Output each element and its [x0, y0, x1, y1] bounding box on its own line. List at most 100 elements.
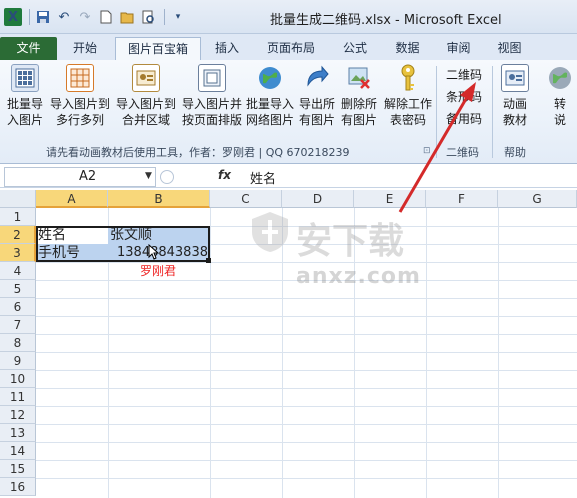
button-label: 转	[553, 97, 566, 111]
import-with-page-layout-button[interactable]: 导入图片并 按页面排版	[180, 64, 244, 140]
row-header[interactable]: 11	[0, 388, 36, 406]
import-to-merged-area-button[interactable]: 导入图片到 合并区域	[114, 64, 178, 140]
row-header[interactable]: 1	[0, 208, 36, 226]
row-header[interactable]: 12	[0, 406, 36, 424]
row-header[interactable]: 5	[0, 280, 36, 298]
group-divider	[436, 66, 437, 158]
gridline	[426, 208, 427, 498]
column-header-a[interactable]: A	[36, 190, 108, 208]
button-label: 网络图片	[245, 113, 294, 127]
name-box[interactable]: A2	[4, 167, 156, 187]
import-to-multi-rows-button[interactable]: 导入图片到 多行多列	[48, 64, 112, 140]
tab-insert[interactable]: 插入	[205, 37, 249, 60]
undo-icon[interactable]: ↶	[55, 8, 73, 26]
row-header[interactable]: 6	[0, 298, 36, 316]
batch-import-web-pictures-button[interactable]: 批量导入 网络图片	[244, 64, 296, 140]
unprotect-sheet-button[interactable]: 解除工作 表密码	[382, 64, 434, 140]
gridline	[36, 352, 577, 353]
gridline	[354, 208, 355, 498]
tab-data[interactable]: 数据	[385, 37, 430, 60]
print-preview-icon[interactable]	[139, 8, 157, 26]
quick-access-toolbar: X ↶ ↷ ▾	[4, 6, 190, 28]
button-label: 动画	[502, 97, 527, 111]
button-label: 导出所	[298, 97, 335, 111]
formula-input[interactable]: 姓名	[250, 168, 276, 187]
worksheet-grid[interactable]: A B C D E F G 1 2 3 4 5 6 7 8 9 10 11 12…	[0, 190, 577, 498]
excel-window: X ↶ ↷ ▾ 批量生成二维码.xlsx - Microsoft Excel 文…	[0, 0, 577, 498]
gridline	[36, 316, 577, 317]
button-label: 有图片	[340, 113, 377, 127]
portrait-card-icon	[132, 64, 160, 92]
animation-tutorial-button[interactable]: 动画 教材	[496, 64, 534, 140]
row-header[interactable]: 7	[0, 316, 36, 334]
open-icon[interactable]	[118, 8, 136, 26]
column-header-b[interactable]: B	[108, 190, 210, 208]
gridline	[36, 388, 577, 389]
column-header-c[interactable]: C	[210, 190, 282, 208]
delete-all-pictures-button[interactable]: 删除所 有图片	[338, 64, 380, 140]
gridline	[498, 208, 499, 498]
tutorial-card-icon	[501, 64, 529, 92]
tab-formulas[interactable]: 公式	[330, 37, 380, 60]
more-tools-button[interactable]: 转 说	[540, 64, 577, 140]
redo-icon[interactable]: ↷	[76, 8, 94, 26]
gridline	[36, 406, 577, 407]
author-annotation: 罗刚君	[140, 264, 177, 278]
dialog-launcher-icon[interactable]: ⊡	[423, 146, 431, 156]
column-header-g[interactable]: G	[498, 190, 577, 208]
tab-view[interactable]: 视图	[487, 37, 532, 60]
row-header[interactable]: 4	[0, 262, 36, 280]
save-icon[interactable]	[34, 8, 52, 26]
gridline	[36, 424, 577, 425]
column-header-e[interactable]: E	[354, 190, 426, 208]
export-all-pictures-button[interactable]: 导出所 有图片	[296, 64, 338, 140]
row-header[interactable]: 9	[0, 352, 36, 370]
qat-separator	[164, 9, 165, 25]
globe-icon	[256, 64, 284, 92]
row-header[interactable]: 15	[0, 460, 36, 478]
backup-code-button[interactable]: 备用码	[446, 110, 482, 127]
column-header-d[interactable]: D	[282, 190, 354, 208]
batch-import-pictures-button[interactable]: 批量导 入图片	[4, 64, 46, 140]
select-all-corner[interactable]	[0, 190, 36, 208]
row-header[interactable]: 14	[0, 442, 36, 460]
qrcode-button[interactable]: 二维码	[446, 66, 482, 83]
tab-picture-toolbox[interactable]: 图片百宝箱	[115, 37, 201, 60]
customize-icon[interactable]: ▾	[169, 8, 187, 26]
new-icon[interactable]	[97, 8, 115, 26]
gridline	[36, 370, 577, 371]
tab-review[interactable]: 审阅	[436, 37, 481, 60]
group-label-qrcode: 二维码	[446, 146, 479, 159]
fx-icon[interactable]: fx	[218, 168, 231, 182]
gridline	[36, 334, 577, 335]
row-header[interactable]: 10	[0, 370, 36, 388]
tab-file[interactable]: 文件	[0, 37, 57, 60]
gridline	[36, 460, 577, 461]
button-label: 教材	[502, 113, 527, 127]
selection-range	[36, 226, 210, 262]
image-grid-icon	[11, 64, 39, 92]
button-label: 说	[553, 113, 566, 127]
tab-home[interactable]: 开始	[60, 37, 110, 60]
key-icon	[394, 64, 422, 92]
row-header[interactable]: 8	[0, 334, 36, 352]
chevron-down-icon[interactable]: ▼	[145, 171, 152, 181]
column-header-f[interactable]: F	[426, 190, 498, 208]
tab-page-layout[interactable]: 页面布局	[256, 37, 326, 60]
window-title: 批量生成二维码.xlsx - Microsoft Excel	[270, 13, 502, 28]
gridline	[36, 442, 577, 443]
row-header[interactable]: 2	[0, 226, 36, 244]
row-header[interactable]: 16	[0, 478, 36, 496]
button-label: 多行多列	[55, 113, 104, 127]
gridline	[282, 208, 283, 498]
delete-picture-icon	[345, 64, 373, 92]
group-divider	[492, 66, 493, 158]
barcode-button[interactable]: 条形码	[446, 88, 482, 105]
fill-handle[interactable]	[206, 258, 211, 263]
row-header[interactable]: 3	[0, 244, 36, 262]
circle-handle-icon	[160, 170, 174, 184]
gridline	[210, 208, 211, 498]
row-header[interactable]: 13	[0, 424, 36, 442]
excel-icon[interactable]: X	[4, 8, 22, 26]
button-label: 批量导入	[245, 97, 294, 111]
